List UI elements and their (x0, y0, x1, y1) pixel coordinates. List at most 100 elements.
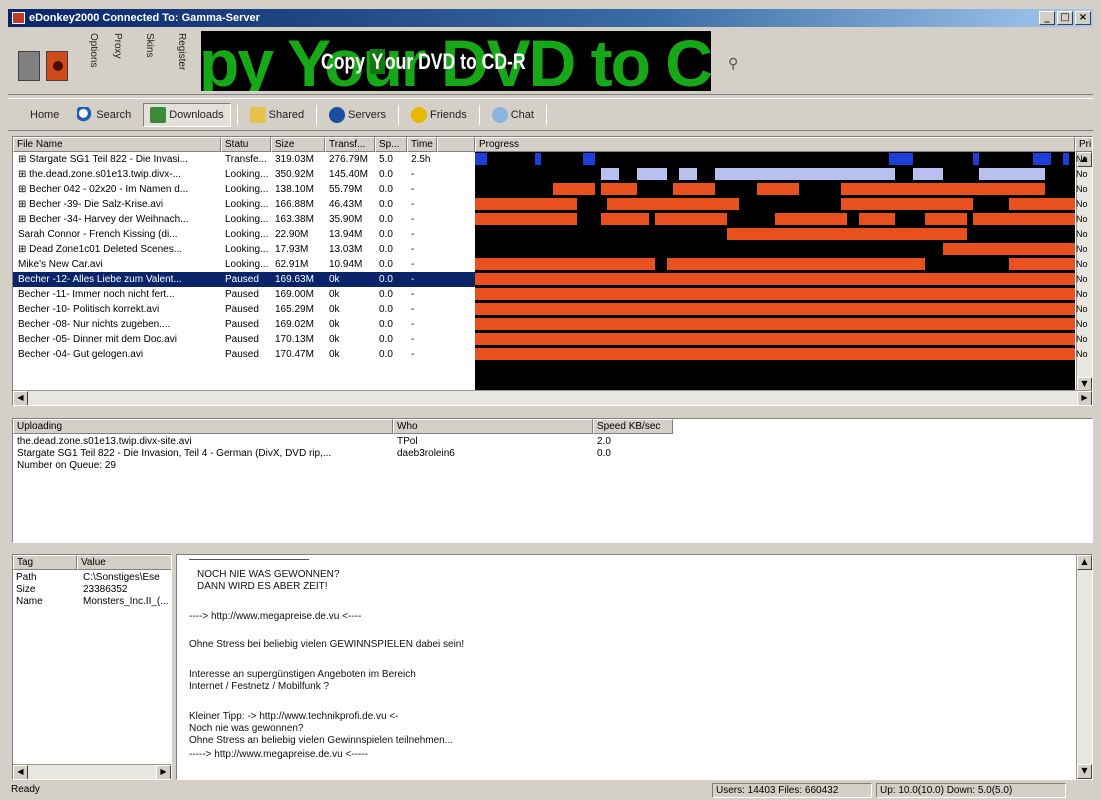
uploads-list[interactable]: Uploading Who Speed KB/sec the.dead.zone… (12, 418, 1093, 543)
messages-scroll-down-button[interactable]: ▼ (1077, 764, 1092, 779)
download-transf: 0k (329, 319, 340, 330)
key-icon[interactable]: ⚲ (728, 55, 738, 72)
download-row[interactable]: ⊞ Stargate SG1 Teil 822 - Die Invasi... T… (13, 152, 476, 167)
file-info-panel[interactable]: Tag Value Path C:\Sonstiges\Ese Size 233… (12, 554, 172, 780)
download-row[interactable]: Becher -11- Immer noch nicht fert... Paus… (13, 287, 476, 302)
download-name: ⊞ Dead Zone1c01 Deleted Scenes... (18, 244, 183, 255)
download-icon (150, 106, 167, 123)
download-priority: No (1076, 229, 1088, 239)
meta-horizontal-scrollbar[interactable]: ◀ ▶ (13, 764, 171, 779)
column-header-size[interactable]: Size (271, 137, 325, 152)
download-row[interactable]: ⊞ Becher -34- Harvey der Weihnach... Look… (13, 212, 476, 227)
download-row[interactable]: Mike's New Car.avi Looking... 62.91M 10.94M… (13, 257, 476, 272)
nav-home[interactable]: Home (24, 106, 65, 124)
download-name: Becher -10- Politisch korrekt.avi (18, 304, 160, 315)
progress-segment (673, 183, 715, 195)
scroll-right-button[interactable]: ▶ (1077, 391, 1092, 405)
download-row[interactable]: ⊞ Becher -39- Die Salz-Krise.avi Looking.… (13, 197, 476, 212)
download-row[interactable]: Becher -10- Politisch korrekt.avi Paused 1… (13, 302, 476, 317)
column-header-uploading[interactable]: Uploading (13, 419, 393, 434)
download-speed: 0.0 (379, 259, 393, 270)
meta-scroll-left-button[interactable]: ◀ (13, 765, 28, 779)
connect-button[interactable] (46, 51, 68, 81)
downloads-horizontal-scrollbar[interactable]: ◀ ▶ (13, 390, 1092, 405)
scroll-left-button[interactable]: ◀ (13, 391, 28, 405)
column-header-transferred[interactable]: Transf... (325, 137, 375, 152)
download-size: 22.90M (275, 229, 309, 240)
column-header-tag[interactable]: Tag (13, 555, 77, 570)
download-speed: 0.0 (379, 274, 393, 285)
download-speed: 5.0 (379, 154, 393, 165)
meta-scroll-right-button[interactable]: ▶ (156, 765, 171, 779)
download-row[interactable]: Becher -12- Alles Liebe zum Valent... Pau… (13, 272, 476, 287)
column-header-filename[interactable]: File Name (13, 137, 221, 152)
download-row[interactable]: ⊞ Dead Zone1c01 Deleted Scenes... Looking… (13, 242, 476, 257)
download-name: ⊞ Becher 042 - 02x20 - Im Namen d... (18, 184, 189, 195)
progress-segment (727, 228, 967, 240)
nav-friends[interactable]: Friends (405, 104, 473, 126)
nav-chat[interactable]: Chat (486, 104, 540, 126)
progress-segment (607, 198, 739, 210)
column-header-priority[interactable]: Pri (1075, 137, 1092, 152)
messages-scroll-up-button[interactable]: ▲ (1077, 555, 1092, 570)
download-name: Becher -08- Nur nichts zugeben.... (18, 319, 171, 330)
progress-segment (601, 168, 619, 180)
messages-vertical-scrollbar[interactable]: ▲ ▼ (1076, 555, 1092, 779)
nav-shared[interactable]: Shared (244, 104, 310, 126)
disconnect-button[interactable] (18, 51, 40, 81)
maximize-button[interactable]: □ (1057, 11, 1073, 25)
download-row[interactable]: Becher -04- Gut gelogen.avi Paused 170.47M… (13, 347, 476, 362)
download-time: - (411, 304, 415, 315)
column-header-speed[interactable]: Sp... (375, 137, 407, 152)
message-line: Noch nie was gewonnen? (189, 723, 304, 734)
download-priority: No (1076, 199, 1088, 209)
progress-segment (1009, 198, 1075, 210)
minimize-button[interactable]: _ (1039, 11, 1055, 25)
column-header-progress[interactable]: Progress (475, 137, 1075, 152)
progress-segment (757, 183, 799, 195)
progress-segment (475, 258, 655, 270)
download-time: - (411, 199, 415, 210)
download-size: 169.63M (275, 274, 314, 285)
column-header-upload-speed[interactable]: Speed KB/sec (593, 419, 673, 434)
download-row[interactable]: Becher -08- Nur nichts zugeben.... Paused… (13, 317, 476, 332)
downloads-list[interactable]: File Name Statu Size Transf... Sp... Tim… (12, 136, 1093, 406)
download-size: 163.38M (275, 214, 314, 225)
column-header-status[interactable]: Statu (221, 137, 271, 152)
column-header-time[interactable]: Time (407, 137, 437, 152)
nav-downloads[interactable]: Downloads (143, 102, 231, 127)
download-transf: 0k (329, 334, 340, 345)
progress-segment (583, 153, 595, 165)
nav-servers[interactable]: Servers (323, 104, 392, 126)
meta-value-name: Monsters_Inc.II_(... (83, 596, 169, 607)
download-status: Paused (225, 319, 259, 330)
skins-button[interactable]: Skins (144, 33, 155, 57)
options-button[interactable]: Options (88, 33, 99, 67)
download-priority: No (1076, 304, 1088, 314)
proxy-button[interactable]: Proxy (112, 33, 123, 59)
message-line: NOCH NIE WAS GEWONNEN? (197, 569, 340, 580)
message-line: Kleiner Tipp: -> http://www.technikprofi… (189, 711, 399, 722)
register-button[interactable]: Register (176, 33, 187, 70)
download-status: Transfe... (225, 154, 267, 165)
progress-segment (475, 288, 1075, 300)
download-speed: 0.0 (379, 214, 393, 225)
progress-segment (475, 273, 1075, 285)
download-name: ⊞ the.dead.zone.s01e13.twip.divx-... (18, 169, 181, 180)
progress-segment (475, 153, 487, 165)
download-row[interactable]: ⊞ the.dead.zone.s01e13.twip.divx-... Look… (13, 167, 476, 182)
nav-search[interactable]: Search (71, 104, 137, 126)
progress-segment (475, 318, 1075, 330)
column-header-who[interactable]: Who (393, 419, 593, 434)
download-row[interactable]: Sarah Connor - French Kissing (di... Look… (13, 227, 476, 242)
ad-banner[interactable]: py Your DVD to CD Copy Your DVD to CD-R (201, 31, 711, 91)
download-row[interactable]: Becher -05- Dinner mit dem Doc.avi Paused… (13, 332, 476, 347)
column-header-value[interactable]: Value (77, 555, 171, 570)
progress-segment (775, 213, 847, 225)
download-time: - (411, 349, 415, 360)
status-bar: Ready Users: 14403 Files: 660432 Up: 10.… (8, 782, 1093, 799)
message-line: Internet / Festnetz / Mobilfunk ? (189, 681, 330, 692)
server-messages[interactable]: NOCH NIE WAS GEWONNEN? DANN WIRD ES ABER… (176, 554, 1093, 780)
close-button[interactable]: × (1075, 11, 1091, 25)
download-row[interactable]: ⊞ Becher 042 - 02x20 - Im Namen d... Look… (13, 182, 476, 197)
